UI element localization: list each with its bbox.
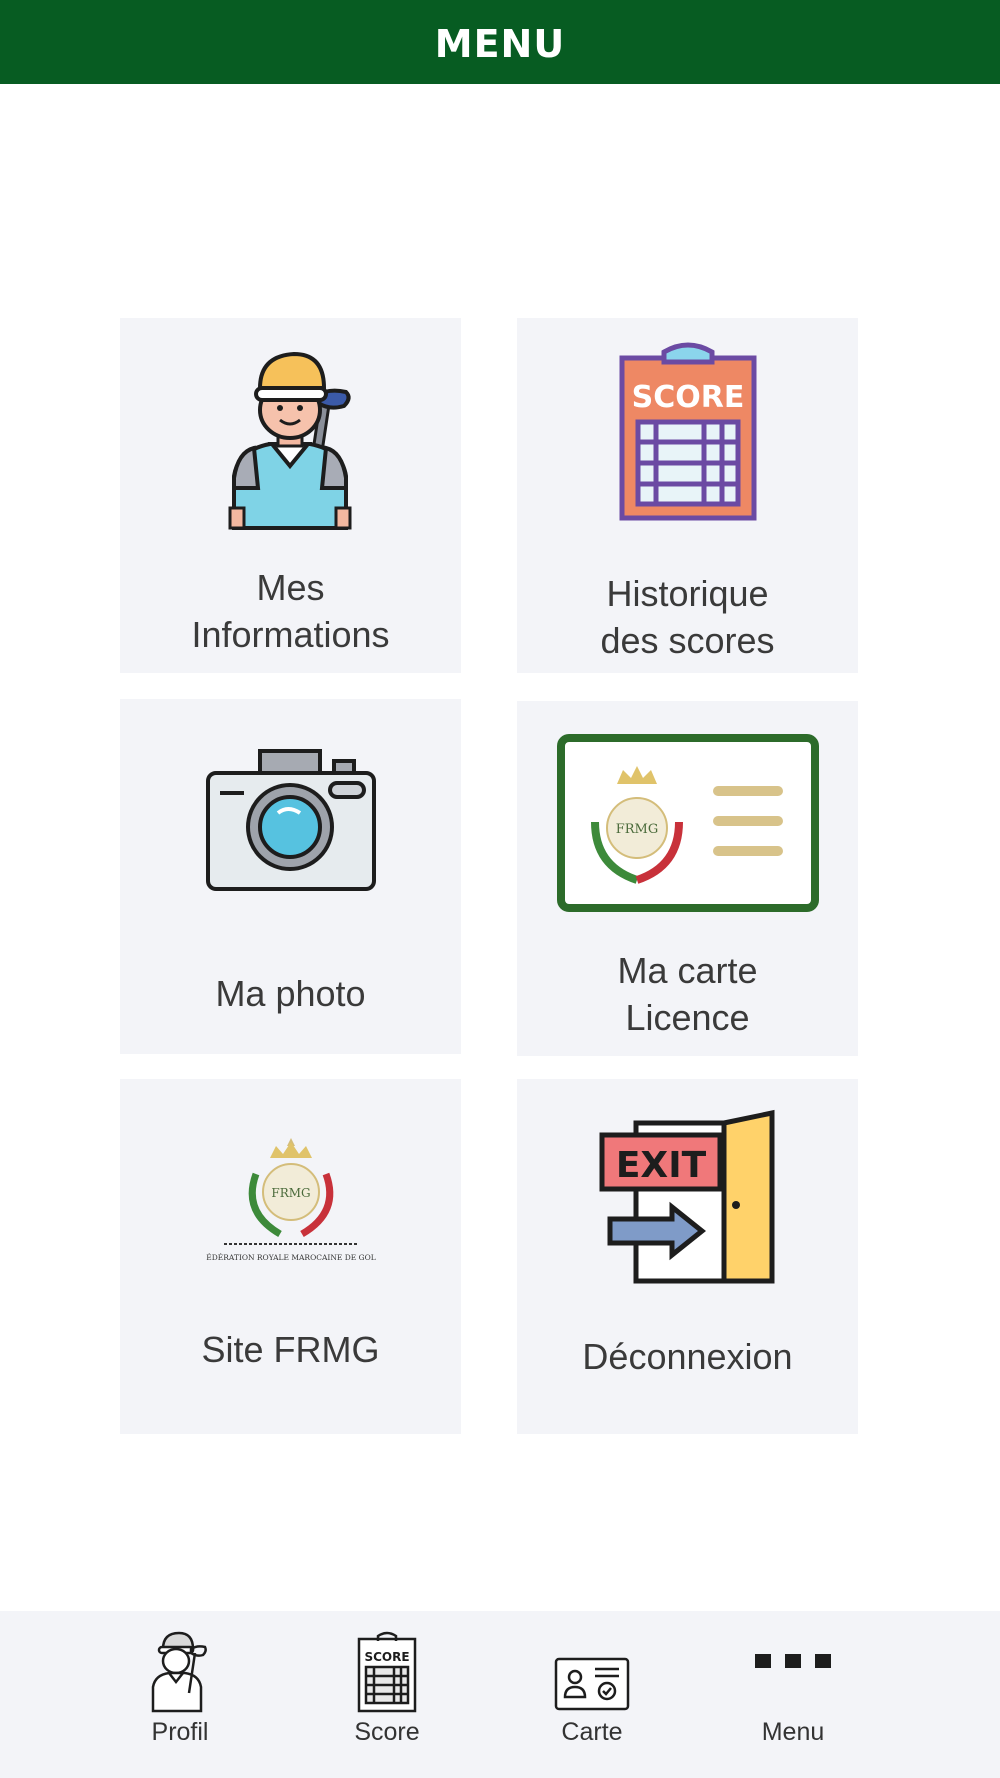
tab-label: Profil <box>151 1718 209 1746</box>
tile-mes-informations[interactable]: Mes Informations <box>120 318 461 673</box>
tab-profil[interactable]: Profil <box>100 1611 260 1778</box>
tile-deconnexion[interactable]: EXIT Déconnexion <box>517 1079 858 1434</box>
tile-ma-carte-licence[interactable]: FRMG Ma carte Licence <box>517 701 858 1056</box>
card-logo-text: FRMG <box>615 822 658 837</box>
tab-label: Menu <box>761 1718 825 1746</box>
golfer-outline-icon <box>100 1627 260 1713</box>
tile-label-line1: Historique <box>606 573 769 614</box>
tile-label-line2: Licence <box>625 997 750 1038</box>
tile-label-line1: Ma carte <box>617 950 758 991</box>
exit-sign-text: EXIT <box>615 1145 706 1186</box>
tile-historique-scores[interactable]: SCORE Historique des scores <box>517 318 858 673</box>
tile-label-line1: Site FRMG <box>201 1329 380 1370</box>
golfer-icon <box>120 348 461 530</box>
scorecard-outline-icon: SCORE <box>307 1627 467 1713</box>
frmg-logo-text: FRMG <box>271 1186 310 1200</box>
id-card-icon <box>512 1627 672 1713</box>
tab-score-icon-text: SCORE <box>364 1650 409 1664</box>
tab-label: Score <box>354 1718 420 1746</box>
tile-label-line2: des scores <box>600 620 775 661</box>
frmg-logo-icon: FRMG FÉDÉRATION ROYALE MAROCAINE DE GOLF <box>120 1134 461 1268</box>
tile-label-line1: Déconnexion <box>582 1336 793 1377</box>
scorecard-icon: SCORE <box>517 340 858 522</box>
bottom-tab-bar: Profil SCORE Score Carte Menu <box>0 1611 1000 1778</box>
tile-site-frmg[interactable]: FRMG FÉDÉRATION ROYALE MAROCAINE DE GOLF… <box>120 1079 461 1434</box>
tab-label: Carte <box>561 1718 623 1746</box>
tile-label-line2: Informations <box>191 614 390 655</box>
tab-score[interactable]: SCORE Score <box>307 1611 467 1778</box>
more-dots-icon <box>713 1641 873 1681</box>
page-title: MENU <box>434 22 566 66</box>
tile-ma-photo[interactable]: Ma photo <box>120 699 461 1054</box>
scorecard-text: SCORE <box>631 380 744 415</box>
tile-label-line1: Mes <box>256 567 325 608</box>
tab-menu[interactable]: Menu <box>713 1611 873 1778</box>
app-header: MENU <box>0 0 1000 84</box>
tab-carte[interactable]: Carte <box>512 1611 672 1778</box>
camera-icon <box>120 747 461 893</box>
tile-label-line1: Ma photo <box>215 973 366 1014</box>
frmg-logo-caption: FÉDÉRATION ROYALE MAROCAINE DE GOLF <box>206 1253 376 1262</box>
exit-door-icon: EXIT <box>517 1109 858 1285</box>
license-card-icon: FRMG <box>517 734 858 912</box>
